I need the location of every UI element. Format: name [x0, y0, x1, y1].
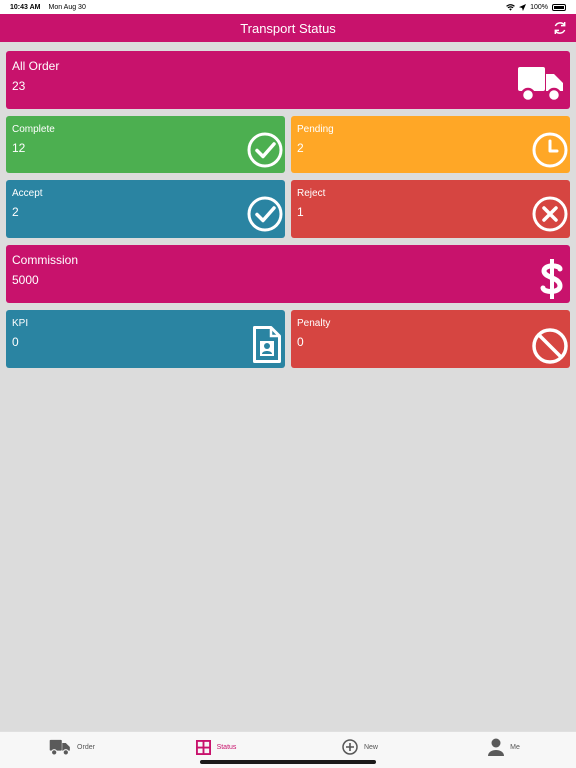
card-penalty[interactable]: Penalty 0: [291, 310, 570, 368]
card-label: Accept: [12, 188, 43, 199]
card-value: 0: [297, 335, 304, 349]
location-icon: [519, 3, 527, 11]
card-reject[interactable]: Reject 1: [291, 180, 570, 238]
dollar-icon: [540, 259, 563, 299]
card-all-order[interactable]: All Order 23: [6, 51, 570, 109]
card-label: Reject: [297, 188, 326, 199]
card-label: KPI: [12, 318, 29, 329]
card-value: 1: [297, 205, 304, 219]
refresh-icon[interactable]: [552, 20, 568, 36]
document-user-icon: [253, 326, 281, 363]
home-indicator[interactable]: [200, 760, 376, 764]
tab-label: Status: [216, 743, 237, 751]
battery-percent: 100%: [530, 3, 548, 11]
wifi-icon: [506, 3, 515, 11]
card-label: Pending: [297, 124, 334, 135]
status-bar: 10:43 AM Mon Aug 30 100%: [0, 0, 576, 14]
x-circle-icon: [532, 196, 568, 232]
grid-icon: [195, 739, 211, 755]
truck-icon: [49, 739, 70, 756]
battery-icon: [552, 3, 566, 11]
card-label: Commission: [12, 253, 79, 267]
plus-circle-icon: [342, 739, 358, 755]
tab-label: New: [363, 743, 378, 751]
nav-bar: Transport Status: [0, 14, 576, 42]
user-icon: [488, 738, 505, 756]
check-circle-icon: [247, 132, 283, 168]
status-time: 10:43 AM: [10, 3, 41, 11]
status-right: 100%: [506, 3, 566, 11]
card-value: 2: [12, 205, 19, 219]
card-kpi[interactable]: KPI 0: [6, 310, 285, 368]
card-label: All Order: [12, 59, 60, 73]
tab-label: Me: [510, 743, 520, 751]
truck-icon: [518, 67, 563, 103]
card-pending[interactable]: Pending 2: [291, 116, 570, 173]
card-value: 23: [12, 79, 26, 93]
card-commission[interactable]: Commission 5000: [6, 245, 570, 303]
card-value: 2: [297, 141, 304, 155]
clock-icon: [532, 132, 568, 168]
tab-order[interactable]: Order: [0, 732, 144, 768]
check-circle-icon: [247, 196, 283, 232]
page-title: Transport Status: [240, 20, 336, 36]
card-accept[interactable]: Accept 2: [6, 180, 285, 238]
tab-me[interactable]: Me: [432, 732, 576, 768]
card-value: 12: [12, 141, 26, 155]
card-value: 0: [12, 335, 19, 349]
ban-icon: [532, 328, 568, 364]
status-date: Mon Aug 30: [48, 3, 86, 11]
card-complete[interactable]: Complete 12: [6, 116, 285, 173]
tab-label: Order: [77, 743, 95, 751]
card-label: Complete: [12, 124, 55, 135]
card-value: 5000: [12, 273, 39, 287]
card-label: Penalty: [297, 318, 331, 329]
